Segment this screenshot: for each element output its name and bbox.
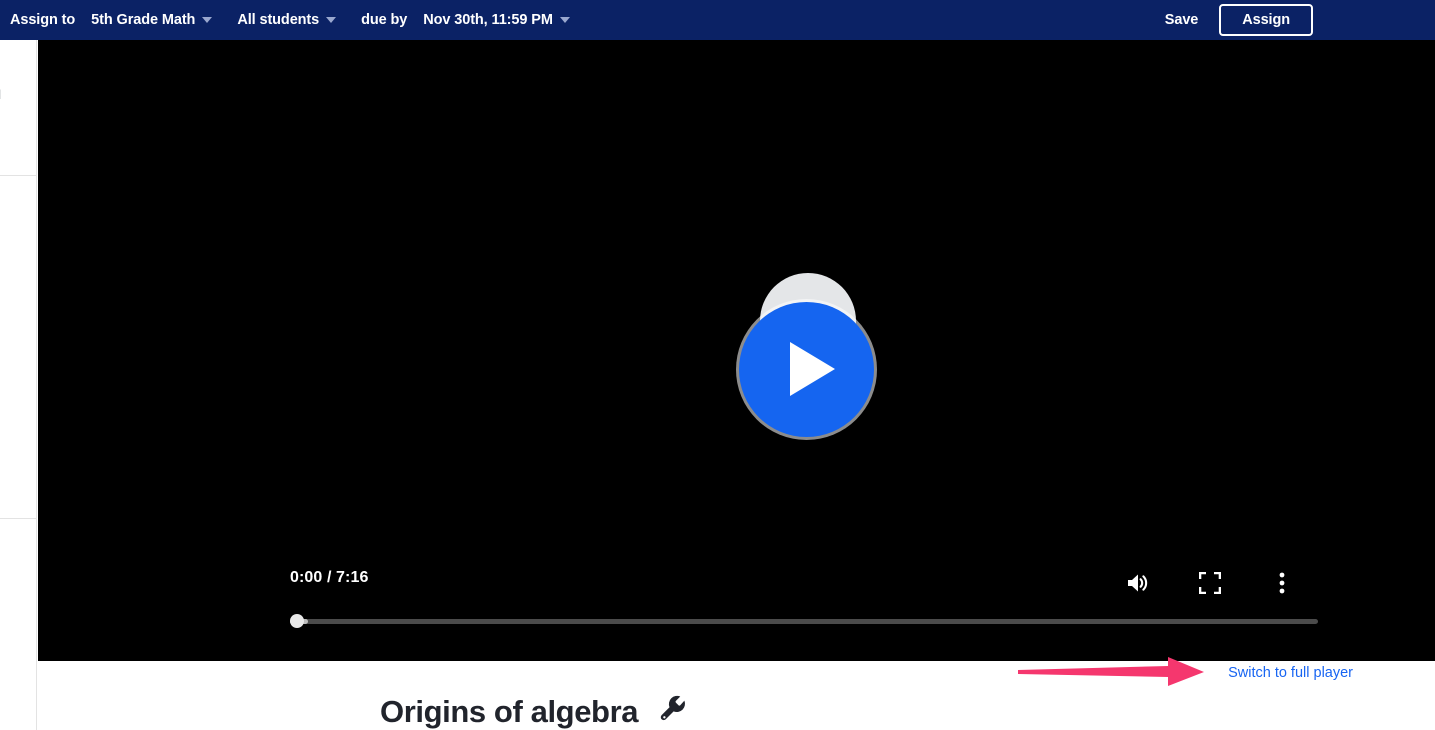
progress-handle[interactable] (290, 614, 304, 628)
time-display: 0:00 / 7:16 (290, 569, 369, 586)
play-button-group (739, 273, 879, 443)
left-rail-clipped-text: H (0, 86, 1, 102)
player-controls (1116, 565, 1304, 601)
fullscreen-icon (1199, 572, 1221, 594)
video-player[interactable]: 0:00 / 7:16 (38, 40, 1435, 661)
play-icon (790, 342, 835, 396)
video-title-row: Origins of algebra (380, 694, 688, 727)
progress-track[interactable] (290, 619, 1318, 624)
page-title: Origins of algebra (380, 694, 639, 729)
rail-divider (0, 518, 36, 519)
due-by-label: due by (361, 12, 408, 28)
more-options-button[interactable] (1260, 565, 1304, 601)
switch-to-full-player-link[interactable]: Switch to full player (1228, 665, 1353, 681)
fullscreen-button[interactable] (1188, 565, 1232, 601)
students-dropdown-value: All students (237, 12, 320, 28)
due-date-dropdown-value: Nov 30th, 11:59 PM (423, 12, 553, 28)
save-button[interactable]: Save (1165, 12, 1199, 28)
volume-icon (1128, 574, 1148, 592)
more-options-icon (1279, 572, 1285, 594)
play-button[interactable] (739, 302, 874, 437)
class-dropdown-value: 5th Grade Math (91, 12, 196, 28)
chevron-down-icon (559, 17, 570, 23)
page-root: Assign to 5th Grade Math All students du… (0, 0, 1435, 730)
left-rail: H (0, 40, 37, 730)
assign-button[interactable]: Assign (1219, 4, 1313, 36)
volume-button[interactable] (1116, 565, 1160, 601)
assign-bar: Assign to 5th Grade Math All students du… (0, 0, 1435, 40)
students-dropdown[interactable]: All students (237, 12, 337, 28)
progress-bar[interactable] (290, 614, 1318, 628)
assign-to-label: Assign to (10, 12, 76, 28)
wrench-icon (660, 695, 686, 721)
class-dropdown[interactable]: 5th Grade Math (91, 12, 213, 28)
assign-bar-actions: Save Assign (1165, 4, 1435, 36)
below-video-bar: Switch to full player (38, 661, 1435, 730)
edit-article-button[interactable] (658, 694, 688, 724)
chevron-down-icon (202, 17, 213, 23)
due-date-dropdown[interactable]: Nov 30th, 11:59 PM (423, 12, 570, 28)
chevron-down-icon (326, 17, 337, 23)
rail-divider (0, 175, 36, 176)
